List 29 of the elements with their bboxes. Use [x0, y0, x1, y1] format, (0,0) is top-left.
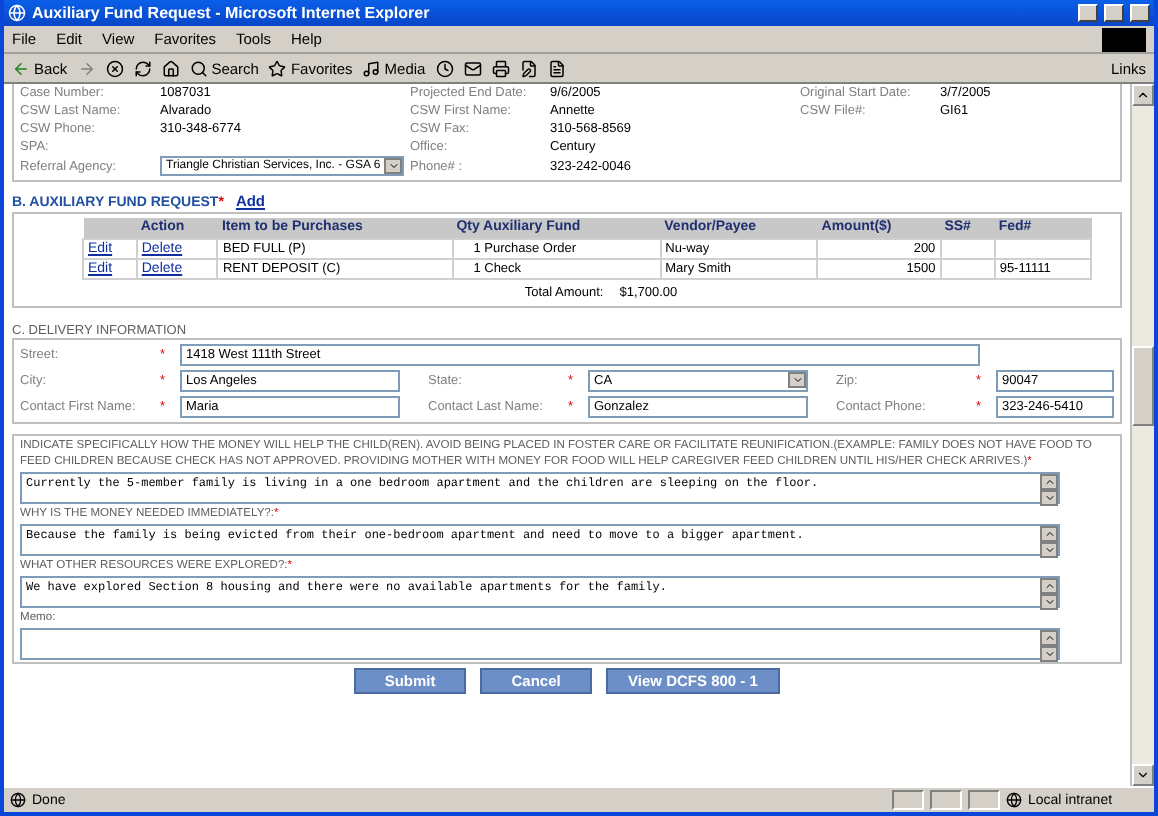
back-arrow-icon: [12, 59, 30, 77]
history-icon[interactable]: [435, 59, 454, 77]
star-icon: [268, 59, 287, 77]
page-icon: [8, 4, 26, 22]
minimize-button[interactable]: [1078, 4, 1098, 22]
edit-icon[interactable]: [519, 59, 538, 77]
dropdown-arrow-icon: [788, 372, 806, 388]
scroll-bar[interactable]: [1130, 84, 1154, 786]
status-pane: [968, 790, 1000, 810]
status-pane: [892, 790, 924, 810]
answer-box[interactable]: [20, 627, 1060, 659]
close-button[interactable]: [1130, 4, 1150, 22]
stop-icon[interactable]: [105, 59, 124, 77]
status-pane: [930, 790, 962, 810]
maximize-button[interactable]: [1104, 4, 1124, 22]
window-title: Auxiliary Fund Request - Microsoft Internet Explorer: [32, 4, 432, 22]
intranet-icon: [1006, 792, 1022, 808]
table-cell: [940, 258, 995, 278]
mail-icon[interactable]: [463, 59, 482, 77]
dropdown-arrow-icon: [384, 158, 402, 174]
table-cell: [940, 238, 995, 258]
home-icon[interactable]: [161, 59, 180, 77]
refresh-icon[interactable]: [133, 59, 152, 77]
print-icon[interactable]: [491, 59, 510, 77]
page-icon: [10, 792, 26, 808]
music-note-icon: [362, 59, 381, 77]
table-cell: [994, 238, 1091, 258]
document-icon[interactable]: [547, 59, 566, 77]
search-icon: [189, 59, 208, 77]
